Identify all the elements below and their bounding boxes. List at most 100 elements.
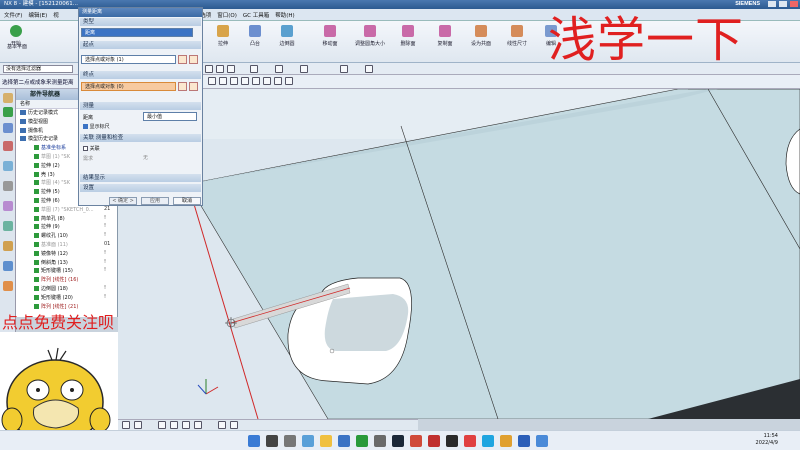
navigator-row[interactable]: 草图 (7) "SKETCH_0...	[34, 206, 94, 214]
system-clock[interactable]: 11:54 2022/4/9	[756, 433, 778, 447]
point-dialog-icon[interactable]	[178, 55, 187, 64]
navigator-row[interactable]: 阵列 [线性] (16)	[34, 276, 78, 284]
navigator-row[interactable]: 草图 (4) "SK	[34, 179, 70, 187]
process-studio-icon[interactable]	[3, 221, 13, 231]
web-browser-icon[interactable]	[3, 161, 13, 171]
cancel-button[interactable]: 取消	[173, 197, 201, 205]
feature-checkbox-icon[interactable]	[34, 162, 39, 168]
analysis-icon[interactable]	[340, 65, 348, 73]
select-icon[interactable]	[216, 65, 224, 73]
end-point-type-icon[interactable]	[189, 82, 198, 91]
extrude-button[interactable]: 拉伸	[208, 25, 238, 47]
feature-checkbox-icon[interactable]	[34, 154, 39, 159]
navigator-row[interactable]: 历史记录模式	[20, 109, 58, 117]
assembly-navigator-icon[interactable]	[3, 93, 13, 103]
navigator-row[interactable]: 拉伸 (6)	[34, 197, 60, 205]
display-line-option[interactable]: 显示标尺	[83, 123, 110, 130]
navigator-row[interactable]: 简单孔 (8)	[34, 215, 65, 223]
center-snap-icon[interactable]	[252, 77, 260, 85]
section-result-display[interactable]: 结果显示	[80, 174, 201, 182]
point-on-curve-snap-icon[interactable]	[285, 77, 293, 85]
wcs-icon[interactable]	[300, 65, 308, 73]
section-settings[interactable]: 设置	[80, 184, 201, 192]
move-face-button[interactable]: 移动面	[315, 25, 345, 47]
navigator-row[interactable]: 基准坐标系	[34, 144, 66, 152]
navigator-row[interactable]: 拉伸 (5)	[34, 188, 60, 196]
close-icon[interactable]	[790, 1, 798, 7]
app-icon[interactable]	[428, 435, 440, 447]
end-point-selector[interactable]: 选择点或对象 (0)	[81, 82, 176, 91]
feature-checkbox-icon[interactable]	[34, 215, 39, 221]
point-icon[interactable]	[218, 421, 226, 429]
navigator-row[interactable]: 摄像机	[20, 127, 43, 135]
plane-icon[interactable]	[230, 421, 238, 429]
layer-icon[interactable]	[275, 65, 283, 73]
menu-help[interactable]: 帮助(H)	[275, 11, 294, 19]
snap-icon[interactable]	[205, 65, 213, 73]
minimize-icon[interactable]	[768, 1, 776, 7]
navigator-row[interactable]: 螺纹孔 (10)	[34, 232, 68, 240]
navigator-row[interactable]: 模型历史记录	[20, 135, 58, 143]
menu-view[interactable]: 视	[53, 11, 59, 19]
feature-checkbox-icon[interactable]	[34, 286, 39, 291]
fit-icon[interactable]	[134, 421, 142, 429]
steam-icon[interactable]	[392, 435, 404, 447]
app-icon[interactable]	[464, 435, 476, 447]
copy-face-button[interactable]: 复制面	[430, 25, 460, 47]
app-icon[interactable]	[446, 435, 458, 447]
section-measure[interactable]: 测量	[80, 102, 201, 110]
feature-checkbox-icon[interactable]	[34, 268, 39, 274]
view-icon[interactable]	[227, 65, 235, 73]
point-type-icon[interactable]	[189, 55, 198, 64]
part-navigator-icon[interactable]	[3, 107, 13, 117]
feature-checkbox-icon[interactable]	[34, 277, 39, 283]
system-materials-icon[interactable]	[3, 201, 13, 211]
palette-icon[interactable]	[3, 281, 13, 291]
circle-icon[interactable]	[182, 421, 190, 429]
hd3d-tools-icon[interactable]	[3, 141, 13, 151]
word-icon[interactable]	[518, 435, 530, 447]
windows-start-icon[interactable]	[248, 435, 260, 447]
feature-checkbox-icon[interactable]	[34, 145, 39, 151]
feature-checkbox-icon[interactable]	[34, 294, 39, 300]
app-icon[interactable]	[410, 435, 422, 447]
navigator-row[interactable]: 基准面 (11)	[34, 241, 68, 249]
navigator-row[interactable]: 壳 (3)	[34, 171, 55, 179]
navigator-row[interactable]: 边倒圆 (18)	[34, 285, 68, 293]
store-icon[interactable]	[338, 435, 350, 447]
endpoint-snap-icon[interactable]	[208, 77, 216, 85]
navigator-row[interactable]: 草图 (1) "SK	[34, 153, 70, 161]
end-point-dialog-icon[interactable]	[178, 82, 187, 91]
section-end-point[interactable]: 终点	[80, 71, 201, 79]
intersection-snap-icon[interactable]	[241, 77, 249, 85]
associated-option[interactable]: 关联	[83, 145, 100, 152]
feature-checkbox-icon[interactable]	[34, 259, 39, 265]
excel-icon[interactable]	[356, 435, 368, 447]
feature-checkbox-icon[interactable]	[34, 303, 39, 309]
nx-icon[interactable]	[536, 435, 548, 447]
render-icon[interactable]	[250, 65, 258, 73]
app-icon[interactable]	[482, 435, 494, 447]
resize-blend-button[interactable]: 调整圆角大小	[350, 25, 390, 47]
feature-checkbox-icon[interactable]	[34, 189, 39, 195]
navigator-row[interactable]: 拉伸 (9)	[34, 223, 60, 231]
selection-filter-dropdown[interactable]: 没有选择过滤器	[3, 65, 73, 73]
associated-checkbox[interactable]	[83, 146, 88, 151]
app-icon[interactable]	[500, 435, 512, 447]
display-line-checkbox[interactable]	[83, 124, 88, 129]
quadrant-snap-icon[interactable]	[263, 77, 271, 85]
menu-window[interactable]: 窗口(O)	[217, 11, 237, 19]
system-scenes-icon[interactable]	[3, 261, 13, 271]
control-point-snap-icon[interactable]	[230, 77, 238, 85]
search-icon[interactable]	[266, 435, 278, 447]
maximize-icon[interactable]	[779, 1, 787, 7]
menu-file[interactable]: 文件(F)	[4, 11, 22, 19]
navigator-row[interactable]: 模型视图	[20, 118, 48, 126]
section-type[interactable]: 类型	[80, 18, 201, 26]
feature-checkbox-icon[interactable]	[34, 206, 39, 212]
feature-checkbox-icon[interactable]	[34, 224, 39, 230]
edge-browser-icon[interactable]	[302, 435, 314, 447]
measure-icon[interactable]	[365, 65, 373, 73]
start-point-selector[interactable]: 选择点或对象 (1)	[81, 55, 176, 64]
feature-checkbox-icon[interactable]	[34, 250, 39, 256]
